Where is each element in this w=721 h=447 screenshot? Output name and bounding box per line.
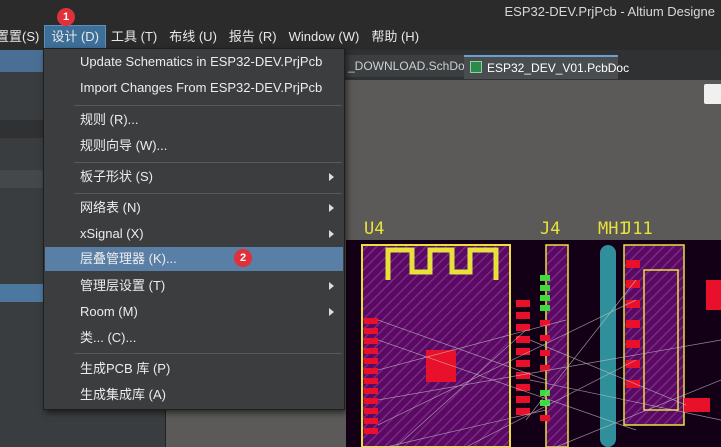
- menu-item-netlist[interactable]: 网络表 (N): [45, 196, 343, 220]
- tab-schematic-download[interactable]: _DOWNLOAD.SchDoc: [342, 55, 466, 77]
- menu-design[interactable]: 设计 (D): [44, 25, 107, 49]
- menu-separator: [74, 353, 342, 354]
- menu-item-room[interactable]: Room (M): [45, 300, 343, 324]
- menu-place[interactable]: 置置(S): [0, 26, 45, 48]
- designator-j4: J4: [540, 219, 561, 239]
- menu-route[interactable]: 布线 (U): [163, 26, 223, 48]
- menu-separator: [74, 162, 342, 163]
- submenu-arrow-icon: [329, 204, 334, 212]
- menu-item-rule-wizard[interactable]: 规则向导 (W)...: [45, 134, 343, 158]
- menu-item-rules[interactable]: 规则 (R)...: [45, 108, 343, 132]
- designator-j11: J11: [622, 219, 653, 239]
- window-title: ESP32-DEV.PrjPcb - Altium Designe: [504, 4, 715, 19]
- submenu-arrow-icon: [329, 308, 334, 316]
- submenu-arrow-icon: [329, 173, 334, 181]
- menu-item-update-schematics[interactable]: Update Schematics in ESP32-DEV.PrjPcb: [45, 50, 343, 74]
- step-badge-1: 1: [57, 8, 75, 26]
- menu-window[interactable]: Window (W): [283, 26, 366, 48]
- design-menu-dropdown: Update Schematics in ESP32-DEV.PrjPcb Im…: [43, 48, 345, 410]
- menu-item-manage-layer-sets[interactable]: 管理层设置 (T): [45, 274, 343, 298]
- tab-label: _DOWNLOAD.SchDoc: [348, 59, 466, 73]
- menu-separator: [74, 193, 342, 194]
- menu-item-make-integrated-library[interactable]: 生成集成库 (A): [45, 383, 343, 407]
- tab-label: ESP32_DEV_V01.PcbDoc: [487, 61, 630, 75]
- menu-bar: 置置(S) 设计 (D) 工具 (T) 布线 (U) 报告 (R) Window…: [0, 24, 721, 50]
- menu-item-board-shape[interactable]: 板子形状 (S): [45, 165, 343, 189]
- menu-help[interactable]: 帮助 (H): [365, 26, 425, 48]
- menu-reports[interactable]: 报告 (R): [223, 26, 283, 48]
- step-badge-2: 2: [234, 249, 252, 267]
- menu-item-classes[interactable]: 类... (C)...: [45, 326, 343, 350]
- menu-separator: [74, 105, 342, 106]
- menu-item-layer-stack-manager[interactable]: 层叠管理器 (K)...: [45, 247, 343, 271]
- menu-tools[interactable]: 工具 (T): [105, 26, 163, 48]
- menu-item-import-changes[interactable]: Import Changes From ESP32-DEV.PrjPcb: [45, 76, 343, 100]
- submenu-arrow-icon: [329, 230, 334, 238]
- filter-button[interactable]: [704, 84, 721, 104]
- title-bar: ESP32-DEV.PrjPcb - Altium Designe: [0, 0, 721, 24]
- designator-u4: U4: [364, 219, 385, 239]
- tab-pcb-doc[interactable]: ESP32_DEV_V01.PcbDoc: [464, 55, 629, 79]
- submenu-arrow-icon: [329, 282, 334, 290]
- menu-item-make-pcb-library[interactable]: 生成PCB 库 (P): [45, 357, 343, 381]
- menu-item-xsignal[interactable]: xSignal (X): [45, 222, 343, 246]
- pcb-document-icon: [470, 61, 482, 73]
